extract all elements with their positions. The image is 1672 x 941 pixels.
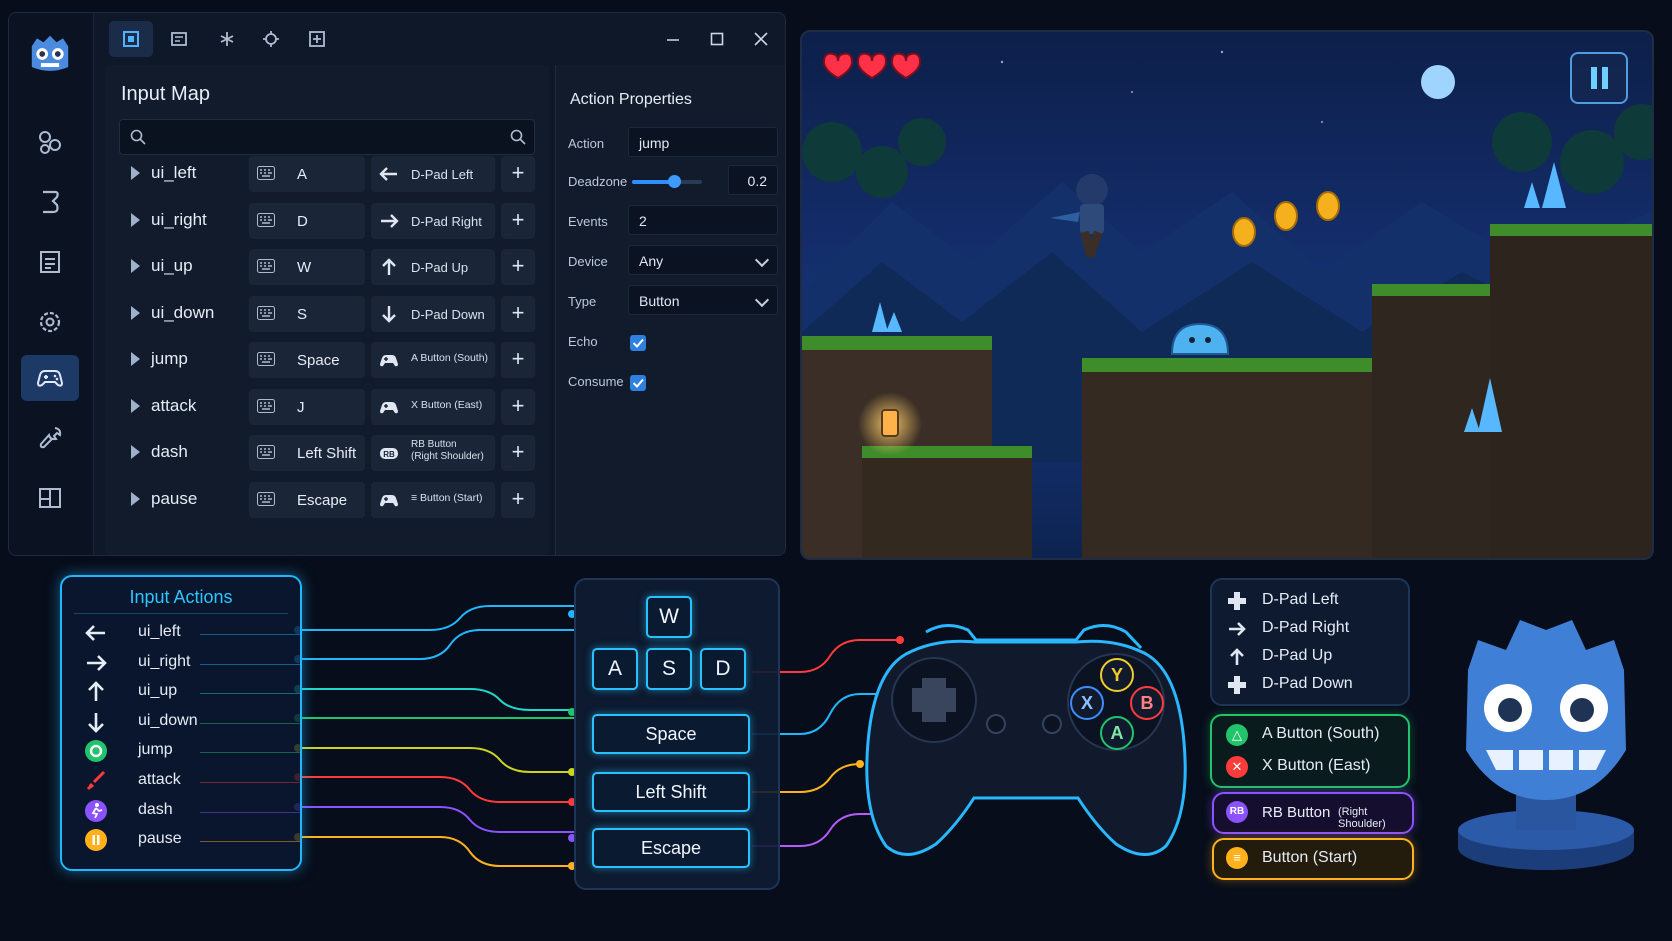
key-a[interactable]: A	[592, 648, 638, 690]
right-stick[interactable]	[1042, 714, 1062, 734]
circle-icon	[85, 740, 107, 763]
line-jump	[298, 747, 574, 773]
keyboard-keys-panel: W A S D Space Left Shift Escape	[574, 578, 780, 890]
rb-binding-sublabel: (Right Shoulder)	[1338, 806, 1386, 830]
arrow-left-icon	[85, 625, 105, 641]
dpad-icon	[1228, 676, 1246, 694]
rb-binding-panel[interactable]: RB RB Button (Right Shoulder)	[1212, 792, 1414, 834]
input-action-pause[interactable]: pause	[82, 826, 300, 854]
gamepad-a-button[interactable]: A	[1100, 716, 1134, 750]
gamepad-b-button[interactable]: B	[1130, 686, 1164, 720]
key-d[interactable]: D	[700, 648, 746, 690]
rb-binding-label: RB Button	[1262, 804, 1331, 821]
face-button-bindings-panel: △ A Button (South) ✕ X Button (East)	[1210, 714, 1410, 788]
action-line-stub	[200, 634, 300, 635]
input-action-attack[interactable]: attack	[82, 767, 300, 795]
godot-mascot-figure	[1458, 620, 1634, 870]
action-line-stub	[200, 663, 300, 665]
arrow-down-icon	[88, 712, 104, 733]
dpad-icon	[1228, 592, 1246, 610]
key-space[interactable]: Space	[592, 714, 750, 754]
action-line-stub	[200, 811, 300, 813]
menu-icon: ≡	[1226, 847, 1248, 869]
arrow-right-icon	[87, 654, 107, 671]
key-w[interactable]: W	[646, 596, 692, 638]
key-left-shift[interactable]: Left Shift	[592, 772, 750, 812]
input-action-label: ui_right	[138, 652, 191, 670]
action-line-stub	[200, 752, 300, 754]
input-action-label: dash	[138, 800, 173, 818]
key-escape[interactable]: Escape	[592, 828, 750, 868]
input-action-ui_down[interactable]: ui_down	[82, 708, 300, 736]
input-action-jump[interactable]: jump	[82, 737, 300, 765]
run-icon	[85, 799, 107, 822]
line-ui-left	[298, 605, 574, 631]
input-action-ui_left[interactable]: ui_left	[82, 619, 300, 647]
rb-badge-icon: RB	[1226, 801, 1248, 823]
line-ui-right	[298, 629, 574, 660]
input-action-ui_up[interactable]: ui_up	[82, 678, 300, 706]
input-action-label: ui_down	[138, 711, 198, 729]
gamepad-x-button[interactable]: X	[1070, 686, 1104, 720]
input-actions-panel: Input Actions ui_left ui_right ui_up ui_…	[60, 575, 302, 871]
line-attack	[298, 776, 574, 803]
arrow-up-icon	[1230, 648, 1244, 665]
line-ui-up	[298, 688, 574, 711]
x-button-badge-icon: ✕	[1226, 756, 1248, 778]
action-line-stub	[200, 693, 300, 695]
input-action-label: attack	[138, 771, 181, 788]
arrow-right-icon	[1229, 622, 1246, 636]
pause-icon	[85, 829, 107, 852]
dpad-bindings-panel: D-Pad Left D-Pad Right D-Pad Up D-Pad Do…	[1210, 578, 1410, 706]
arrow-up-icon	[88, 681, 104, 702]
start-binding-label: Button (Start)	[1262, 849, 1358, 866]
action-line-stub	[200, 841, 300, 843]
gamepad-controller	[865, 624, 1187, 856]
key-s[interactable]: S	[646, 648, 692, 690]
line-dash	[298, 806, 574, 833]
input-action-label: pause	[138, 830, 182, 848]
input-action-label: ui_up	[138, 682, 178, 700]
input-action-label: jump	[138, 741, 173, 759]
input-action-ui_right[interactable]: ui_right	[82, 649, 300, 677]
action-line-stub	[200, 722, 300, 724]
start-binding-panel[interactable]: ≡ Button (Start)	[1212, 838, 1414, 880]
left-stick[interactable]	[986, 714, 1006, 734]
line-pause	[298, 836, 574, 867]
input-actions-title: Input Actions	[129, 587, 233, 607]
sword-icon	[86, 770, 106, 791]
input-action-label: ui_left	[138, 623, 181, 640]
input-action-dash[interactable]: dash	[82, 797, 300, 825]
action-line-stub	[200, 782, 300, 783]
a-button-badge-icon: △	[1226, 724, 1248, 746]
title-divider	[74, 613, 288, 614]
gamepad-y-button[interactable]: Y	[1100, 658, 1134, 692]
